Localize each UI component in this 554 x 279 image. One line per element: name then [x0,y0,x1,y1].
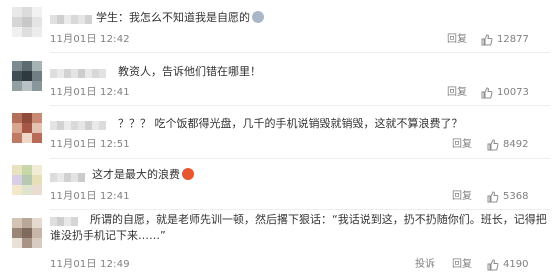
like-button[interactable]: 12877 [481,33,529,47]
report-button[interactable]: 投诉 [415,258,435,272]
divider [50,158,550,159]
reply-button[interactable]: 回复 [452,138,472,152]
comment-time: 11月01日 12:41 [50,191,130,202]
divider [50,209,550,210]
comment-time: 11月01日 12:41 [50,87,130,98]
like-count: 8492 [503,139,529,150]
like-count: 5368 [503,191,529,202]
thumbs-up-icon [487,259,499,271]
username-blurred[interactable] [50,170,85,182]
like-button[interactable]: 4190 [487,258,528,272]
thumbs-up-icon [481,87,493,99]
crying-face-emoji [252,11,264,23]
comment-text: 所谓的自愿，就是老师先训一顿，然后撂下狠话：“我话说到这，扔不扔随你们。班长，记… [50,213,547,242]
divider [50,105,550,106]
username-blurred[interactable] [50,118,106,130]
username-blurred[interactable] [50,66,106,78]
comment-time: 11月01日 12:42 [50,34,130,45]
avatar[interactable] [12,7,42,37]
avatar[interactable] [12,218,42,248]
like-button[interactable]: 5368 [487,190,528,204]
like-count: 4190 [503,259,529,270]
comment-time: 11月01日 12:49 [50,259,130,270]
reply-button[interactable]: 回复 [447,33,467,47]
avatar[interactable] [12,113,42,143]
username-blurred[interactable] [50,12,92,24]
thumbs-up-icon [487,191,499,203]
thumbs-up-icon [481,34,493,46]
like-count: 10073 [497,87,529,98]
comment-text: 教资人，告诉他们错在哪里！ [118,65,261,78]
comment-time: 11月01日 12:51 [50,139,130,150]
avatar[interactable] [12,61,42,91]
comment-text: 这才是最大的浪费 [92,167,194,183]
like-button[interactable]: 8492 [487,138,528,152]
avatar[interactable] [12,165,42,195]
divider [50,52,550,53]
reply-button[interactable]: 回复 [452,258,472,272]
reply-button[interactable]: 回复 [447,86,467,100]
comment-text: 学生：我怎么不知道我是自愿的 [96,10,264,26]
thumbs-up-icon [487,139,499,151]
comment-text: ？？？ 吃个饭都得光盘，几千的手机说销毁就销毁，这就不算浪费了？ [118,117,463,130]
reply-button[interactable]: 回复 [452,190,472,204]
like-button[interactable]: 10073 [481,86,529,100]
angry-face-emoji [182,168,194,180]
like-count: 12877 [497,34,529,45]
